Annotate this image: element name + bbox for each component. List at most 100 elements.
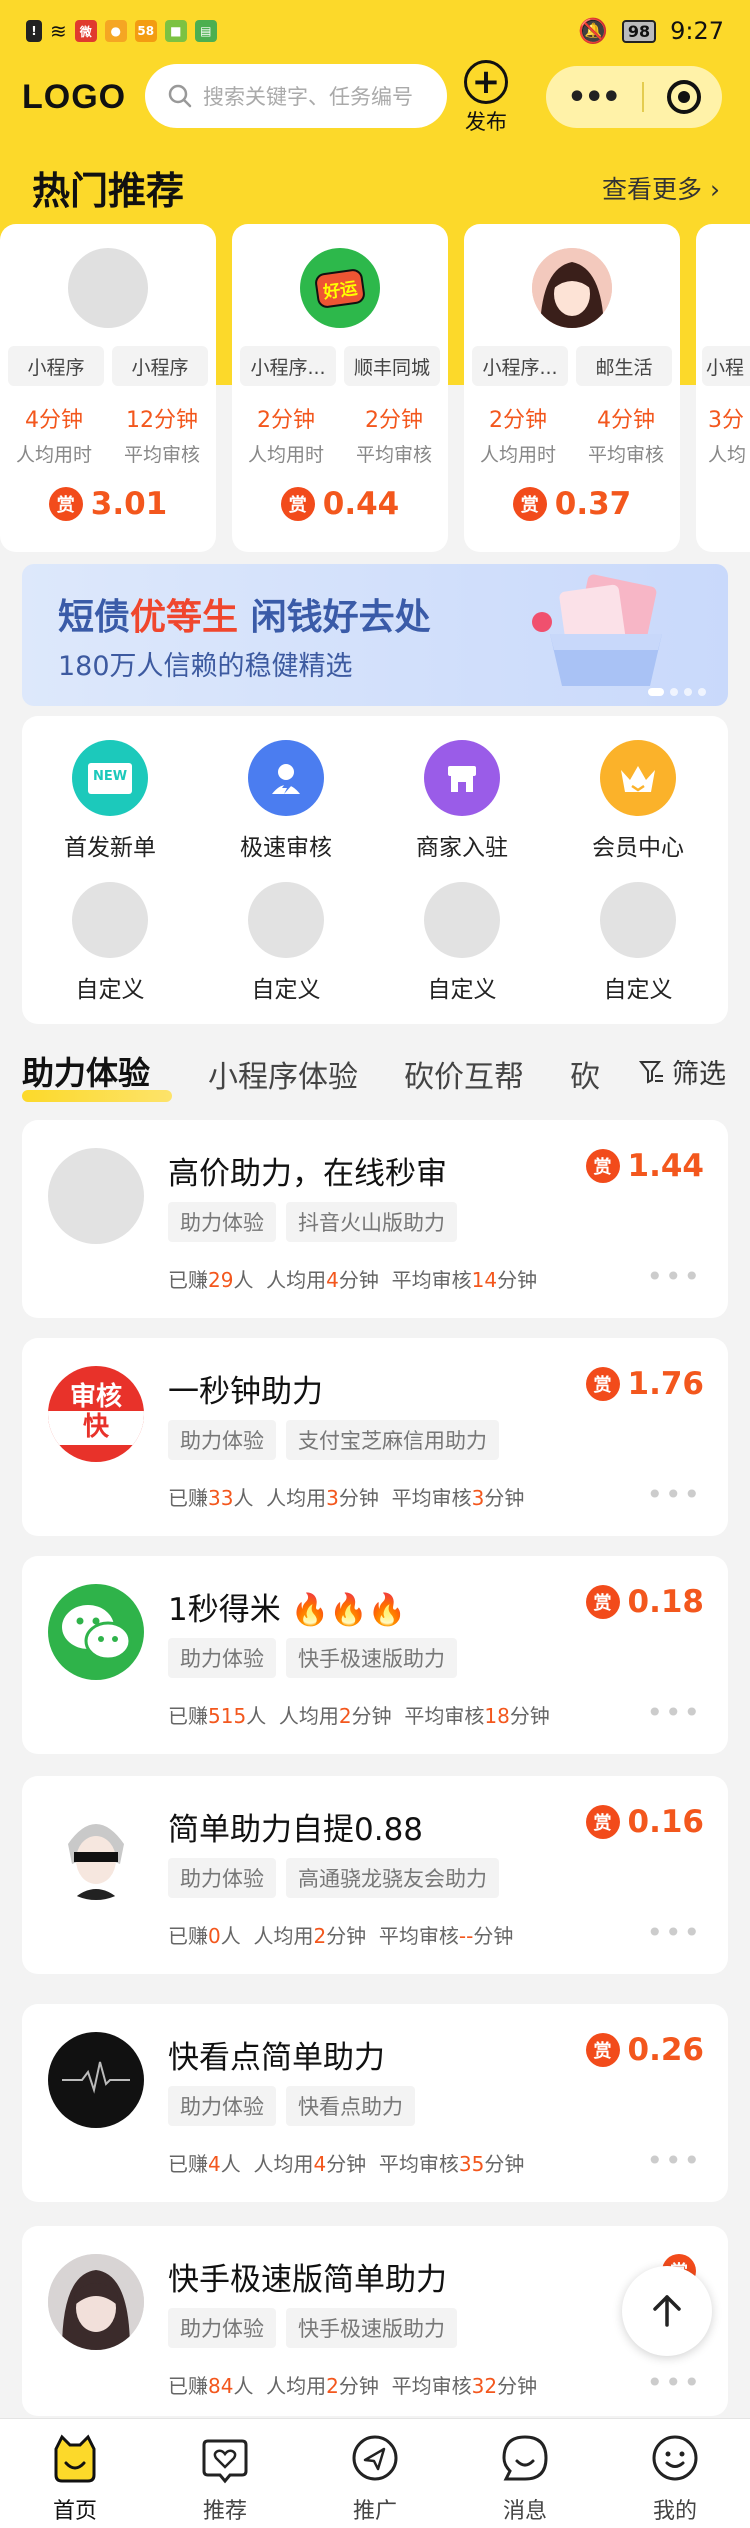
capsule-divider	[641, 82, 644, 112]
task-tag: 抖音火山版助力	[286, 1202, 457, 1242]
tab-messages[interactable]: 消息	[450, 2419, 600, 2528]
tab-mine[interactable]: 我的	[600, 2419, 750, 2528]
tab-bargain-partial[interactable]: 砍	[570, 1052, 600, 1096]
task-tag: 助力体验	[168, 1638, 276, 1678]
task-card[interactable]: 快看点简单助力 助力体验 快看点助力 已赚4人 人均用4分钟 平均审核35分钟 赏…	[22, 2004, 728, 2202]
avg-time-label: 人均	[708, 444, 747, 466]
category-tabs: 助力体验 小程序体验 砍价互帮 砍 筛选	[0, 1048, 750, 1108]
task-tag: 快手极速版助力	[286, 2308, 457, 2348]
grid-item-custom[interactable]: 自定义	[198, 882, 374, 1004]
tab-promote[interactable]: 推广	[300, 2419, 450, 2528]
see-more-label: 查看更多	[602, 175, 703, 204]
review-fast-avatar: 审核 快	[48, 1366, 144, 1462]
grid-item-member[interactable]: 会员中心	[550, 740, 726, 862]
see-more-link[interactable]: 查看更多 ›	[602, 170, 720, 206]
hot-card[interactable]: 小程序... 邮生活 2分钟 人均用时 4分钟 平均审核 赏 0.37	[464, 224, 680, 552]
map-pin-icon: ●	[104, 20, 127, 42]
task-title: 高价助力，在线秒审	[168, 1156, 447, 1192]
grid-item-custom[interactable]: 自定义	[22, 882, 198, 1004]
tab-recommend[interactable]: 推荐	[150, 2419, 300, 2528]
grid-item-speed-review[interactable]: 极速审核	[198, 740, 374, 862]
avg-review-value: 4分钟	[597, 408, 655, 433]
avg-review-label: 平均审核	[587, 444, 664, 466]
tab-label: 首页	[52, 2499, 97, 2524]
search-input[interactable]: 搜索关键字、任务编号	[145, 64, 447, 128]
task-card[interactable]: 审核 快 一秒钟助力 助力体验 支付宝芝麻信用助力 已赚33人 人均用3分钟 平均…	[22, 1338, 728, 1536]
home-icon	[54, 2434, 96, 2483]
search-placeholder: 搜索关键字、任务编号	[203, 85, 413, 109]
task-tag: 高通骁龙骁友会助力	[286, 1858, 499, 1898]
hot-card[interactable]: 小程序 小程序 4分钟 人均用时 12分钟 平均审核 赏 3.01	[0, 224, 216, 552]
reward-amount: 0.18	[627, 1584, 705, 1620]
reward-amount: 0.26	[627, 2032, 705, 2068]
reward-icon: 赏	[585, 1149, 620, 1183]
task-tag: 助力体验	[168, 1858, 276, 1898]
hot-card[interactable]: 好运 小程序... 顺丰同城 2分钟 人均用时 2分钟 平均审核 赏 0.44	[232, 224, 448, 552]
grid-item-custom[interactable]: 自定义	[550, 882, 726, 1004]
grid-item-new-orders[interactable]: NEW 首发新单	[22, 740, 198, 862]
wifi-icon: ≋	[50, 19, 67, 43]
face-icon	[652, 2435, 698, 2481]
avatar-placeholder	[48, 1148, 144, 1244]
avg-time-value: 2分钟	[257, 408, 315, 433]
reward-icon: 赏	[585, 1585, 620, 1619]
avg-time-value: 2分钟	[489, 408, 547, 433]
promo-banner[interactable]: 短债优等生 闲钱好去处 180万人信赖的稳健精选	[22, 564, 728, 706]
new-badge: NEW	[87, 762, 133, 794]
tab-miniprogram[interactable]: 小程序体验	[208, 1052, 358, 1096]
close-target-icon[interactable]	[666, 80, 701, 114]
back-to-top-button[interactable]	[622, 2266, 712, 2356]
filter-button[interactable]: 筛选	[622, 1052, 726, 1091]
task-stats: 已赚0人 人均用2分钟 平均审核--分钟	[168, 1924, 514, 1948]
avg-time-label: 人均用时	[247, 444, 324, 466]
task-card[interactable]: 简单助力自提0.88 助力体验 高通骁龙骁友会助力 已赚0人 人均用2分钟 平均审…	[22, 1776, 728, 1974]
grid-item-custom[interactable]: 自定义	[374, 882, 550, 1004]
task-title: 简单助力自提0.88	[168, 1812, 424, 1848]
store-icon	[424, 740, 500, 816]
reward-icon: 赏	[512, 487, 547, 521]
book-icon: ▤	[194, 20, 217, 42]
crown-icon	[600, 740, 676, 816]
more-dots-icon[interactable]: •••	[567, 80, 621, 115]
tab-home[interactable]: 首页	[0, 2419, 150, 2528]
tab-bargain[interactable]: 砍价互帮	[404, 1052, 524, 1096]
app-icon: ■	[164, 20, 187, 42]
publish-button[interactable]: + 发布	[458, 60, 514, 136]
task-tag: 助力体验	[168, 1202, 276, 1242]
hot-cards-carousel[interactable]: 小程序 小程序 4分钟 人均用时 12分钟 平均审核 赏 3.01 好运 小程序... 顺…	[0, 224, 750, 554]
task-title: 快手极速版简单助力	[168, 2262, 447, 2298]
avg-review-label: 平均审核	[355, 444, 432, 466]
banner-title-b: 闲钱好去处	[238, 597, 431, 638]
avatar-text-top: 审核	[69, 1381, 122, 1412]
lucky-avatar: 好运	[300, 248, 380, 328]
heart-chat-icon	[202, 2439, 248, 2484]
banner-title: 短债优等生 闲钱好去处	[58, 588, 431, 640]
placeholder-icon	[72, 882, 148, 958]
reward-icon: 赏	[280, 487, 315, 521]
kuaikan-avatar	[48, 2032, 144, 2128]
reward-amount: 1.76	[627, 1366, 705, 1402]
status-bar: ! ≋ 微 ● 58 ■ ▤ 🔕 98 9:27	[0, 0, 750, 62]
more-options-icon[interactable]: •••	[646, 1916, 702, 1949]
tag: 邮生活	[576, 346, 672, 386]
more-options-icon[interactable]: •••	[646, 1696, 702, 1729]
task-card[interactable]: 高价助力，在线秒审 助力体验 抖音火山版助力 已赚29人 人均用4分钟 平均审核1…	[22, 1120, 728, 1318]
more-options-icon[interactable]: •••	[646, 1260, 702, 1293]
more-options-icon[interactable]: •••	[646, 2144, 702, 2177]
anime-avatar	[48, 1804, 144, 1900]
hot-card-partial[interactable]: 小程 3分 人均	[696, 224, 750, 552]
more-options-icon[interactable]: •••	[646, 1478, 702, 1511]
grid-item-merchant[interactable]: 商家入驻	[374, 740, 550, 862]
avatar-text-bottom: 快	[48, 1411, 144, 1446]
banner-title-highlight: 优等生	[130, 597, 239, 638]
task-card[interactable]: 1秒得米 🔥🔥🔥 助力体验 快手极速版助力 已赚515人 人均用2分钟 平均审核1…	[22, 1556, 728, 1754]
avg-time-label: 人均用时	[479, 444, 556, 466]
more-options-icon[interactable]: •••	[646, 2366, 702, 2399]
tab-label: 推广	[352, 2499, 397, 2524]
message-icon	[502, 2435, 548, 2481]
task-card[interactable]: 快手极速版简单助力 助力体验 快手极速版助力 已赚84人 人均用2分钟 平均审核3…	[22, 2226, 728, 2416]
banner-title-a: 短债	[58, 597, 131, 638]
avg-review-value: 12分钟	[126, 408, 198, 433]
tab-assist[interactable]: 助力体验	[22, 1048, 150, 1094]
wechat-icon	[62, 1605, 132, 1661]
